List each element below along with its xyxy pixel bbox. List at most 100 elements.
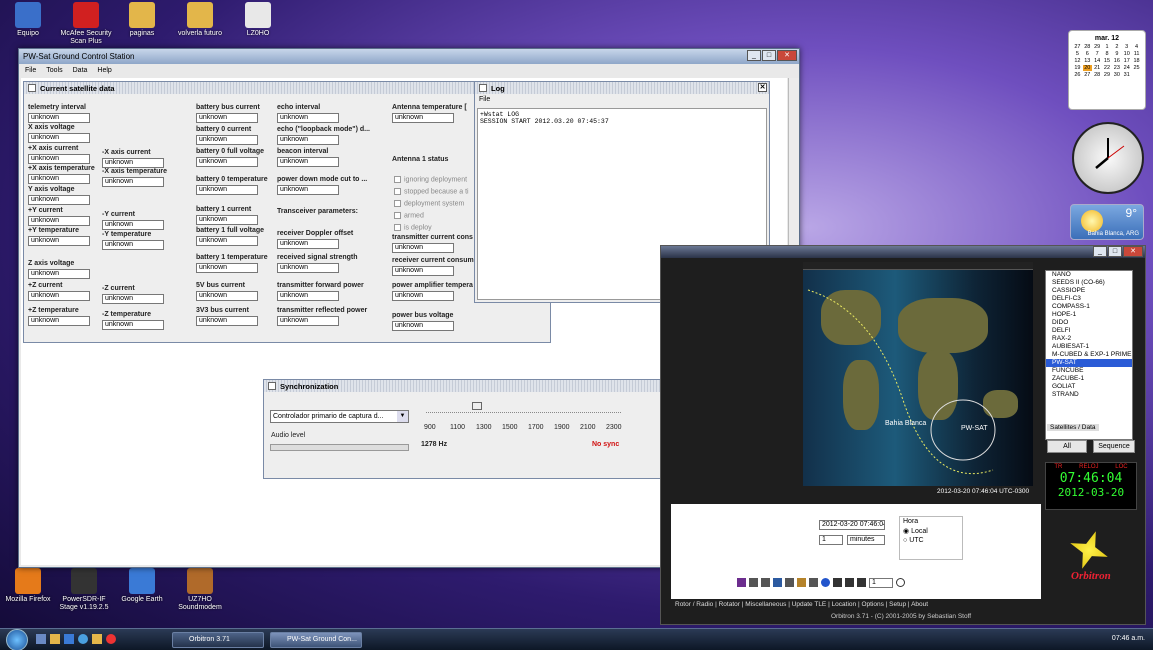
calendar-day[interactable]: 31 xyxy=(1122,72,1131,78)
battery-1-full-voltage-field[interactable]: unknown xyxy=(196,236,258,246)
close-icon[interactable]: ✕ xyxy=(758,83,767,92)
capture-device-select[interactable]: Controlador primario de captura d... ▼ xyxy=(270,410,409,423)
satellite-list-item[interactable]: HOPE-1 xyxy=(1046,311,1132,319)
radio-utc[interactable]: ○ UTC xyxy=(900,536,962,545)
calendar-day[interactable]: 25 xyxy=(1132,65,1141,71)
step-value-field[interactable]: 1 xyxy=(819,535,843,545)
battery-0-current-field[interactable]: unknown xyxy=(196,135,258,145)
calendar-day[interactable]: 23 xyxy=(1112,65,1121,71)
calendar-day[interactable]: 9 xyxy=(1112,51,1121,57)
calendar-day[interactable]: 21 xyxy=(1093,65,1102,71)
calendar-day[interactable]: 27 xyxy=(1073,44,1082,50)
calendar-day[interactable]: 1 xyxy=(1103,44,1112,50)
folder-icon[interactable] xyxy=(92,634,102,644)
media-icon[interactable] xyxy=(64,634,74,644)
satellite-list-item[interactable]: STRAND xyxy=(1046,391,1132,399)
power-amplifier-tempera-field[interactable]: unknown xyxy=(392,291,454,301)
tool-icon[interactable] xyxy=(845,578,854,587)
calendar-day[interactable]: 2 xyxy=(1112,44,1121,50)
transmitter-forward-power-field[interactable]: unknown xyxy=(277,291,339,301)
explorer-icon[interactable] xyxy=(50,634,60,644)
minimize-button[interactable]: _ xyxy=(1093,246,1107,257)
ie-icon[interactable] xyxy=(78,634,88,644)
maximize-button[interactable]: □ xyxy=(762,50,776,61)
sync-titlebar[interactable]: Synchronization xyxy=(264,380,711,392)
taskbar-orbitron[interactable]: Orbitron 3.71 xyxy=(172,632,264,648)
checkbox-icon[interactable] xyxy=(394,176,401,183)
datetime-field[interactable]: 2012-03-20 07:46:04 xyxy=(819,520,885,530)
x-axis-temperature-field[interactable]: unknown xyxy=(102,177,164,187)
satellite-list-item[interactable]: ZACUBE-1 xyxy=(1046,375,1132,383)
transmitter-current-cons-field[interactable]: unknown xyxy=(392,243,454,253)
chrome-icon[interactable] xyxy=(106,634,116,644)
satellite-list-item[interactable]: M-CUBED & EXP-1 PRIME xyxy=(1046,351,1132,359)
tool-icon[interactable] xyxy=(749,578,758,587)
info-icon[interactable] xyxy=(821,578,830,587)
antenna-check-1[interactable]: stopped because a ti xyxy=(394,188,469,195)
desktop-shortcut-lz0ho[interactable]: LZ0HO xyxy=(230,2,286,38)
battery-0-temperature-field[interactable]: unknown xyxy=(196,185,258,195)
antenna-check-2[interactable]: deployment system xyxy=(394,200,464,207)
z-current-field[interactable]: unknown xyxy=(102,294,164,304)
desktop-shortcut-uz7ho-soundmodem[interactable]: UZ7HO Soundmodem xyxy=(172,568,228,612)
receiver-doppler-offset-field[interactable]: unknown xyxy=(277,239,339,249)
taskbar-clock[interactable]: 07:46 a.m. xyxy=(1112,635,1145,642)
sequence-button[interactable]: Sequence xyxy=(1093,440,1135,453)
beacon-interval-field[interactable]: unknown xyxy=(277,157,339,167)
calendar-day[interactable]: 28 xyxy=(1083,44,1092,50)
desktop-shortcut-equipo[interactable]: Equipo xyxy=(0,2,56,38)
weather-gadget[interactable]: 9° Bahia Blanca, ARG xyxy=(1070,204,1144,240)
battery-1-temperature-field[interactable]: unknown xyxy=(196,263,258,273)
refresh-icon[interactable] xyxy=(896,578,905,587)
z-current-field[interactable]: unknown xyxy=(28,291,90,301)
checkbox-icon[interactable] xyxy=(394,224,401,231)
minimize-button[interactable]: _ xyxy=(747,50,761,61)
world-map[interactable]: Bahia Blanca PW-SAT xyxy=(803,270,1033,486)
satellite-list-item[interactable]: DIDO xyxy=(1046,319,1132,327)
z-temperature-field[interactable]: unknown xyxy=(102,320,164,330)
power-down-mode-cut-to-field[interactable]: unknown xyxy=(277,185,339,195)
calendar-day[interactable]: 26 xyxy=(1073,72,1082,78)
satellite-list[interactable]: NANO SEEDS II (CO-66) CASSIOPE DELFI-C3 COMP… xyxy=(1045,270,1133,440)
tool-icon[interactable] xyxy=(833,578,842,587)
tool-icon[interactable] xyxy=(797,578,806,587)
tool-icon[interactable] xyxy=(773,578,782,587)
5v-bus-current-field[interactable]: unknown xyxy=(196,291,258,301)
calendar-day[interactable]: 11 xyxy=(1132,51,1141,57)
radio-local[interactable]: ◉ Local xyxy=(900,526,962,536)
calendar-day[interactable]: 7 xyxy=(1093,51,1102,57)
log-titlebar[interactable]: Log ✕ xyxy=(475,82,769,94)
calendar-day[interactable]: 10 xyxy=(1122,51,1131,57)
y-temperature-field[interactable]: unknown xyxy=(28,236,90,246)
calendar-day[interactable]: 22 xyxy=(1103,65,1112,71)
desktop-icon[interactable] xyxy=(36,634,46,644)
orbitron-tabs[interactable]: Rotor / Radio | Rotator | Miscellaneous … xyxy=(675,601,1035,608)
antenna-check-4[interactable]: is deploy xyxy=(394,224,432,231)
tool-icon[interactable] xyxy=(785,578,794,587)
battery-bus-current-field[interactable]: unknown xyxy=(196,113,258,123)
satellite-list-item[interactable]: SEEDS II (CO-66) xyxy=(1046,279,1132,287)
satellite-list-item[interactable]: CASSIOPE xyxy=(1046,287,1132,295)
battery-0-full-voltage-field[interactable]: unknown xyxy=(196,157,258,167)
menu-data[interactable]: Data xyxy=(73,67,88,74)
tool-icon[interactable] xyxy=(857,578,866,587)
calendar-day[interactable]: 27 xyxy=(1083,72,1092,78)
satellite-list-item[interactable]: PW-SAT xyxy=(1046,359,1132,367)
checkbox-icon[interactable] xyxy=(394,188,401,195)
desktop-shortcut-mozilla-firefox[interactable]: Mozilla Firefox xyxy=(0,568,56,604)
all-button[interactable]: All xyxy=(1047,440,1087,453)
calendar-day[interactable]: 6 xyxy=(1083,51,1092,57)
echo-loopback-mode-d-field[interactable]: unknown xyxy=(277,135,339,145)
calendar-day[interactable]: 13 xyxy=(1083,58,1092,64)
maximize-button[interactable]: □ xyxy=(1108,246,1122,257)
desktop-shortcut-volverla-futuro[interactable]: volverla futuro xyxy=(172,2,228,38)
x-axis-temperature-field[interactable]: unknown xyxy=(28,174,90,184)
calendar-day[interactable]: 29 xyxy=(1093,44,1102,50)
satellite-list-tab[interactable]: Satellites / Data xyxy=(1047,424,1099,431)
y-current-field[interactable]: unknown xyxy=(28,216,90,226)
menu-file[interactable]: File xyxy=(25,67,36,74)
calendar-day[interactable]: 12 xyxy=(1073,58,1082,64)
calendar-day[interactable]: 5 xyxy=(1073,51,1082,57)
checkbox-icon[interactable] xyxy=(394,212,401,219)
calendar-day[interactable]: 28 xyxy=(1093,72,1102,78)
